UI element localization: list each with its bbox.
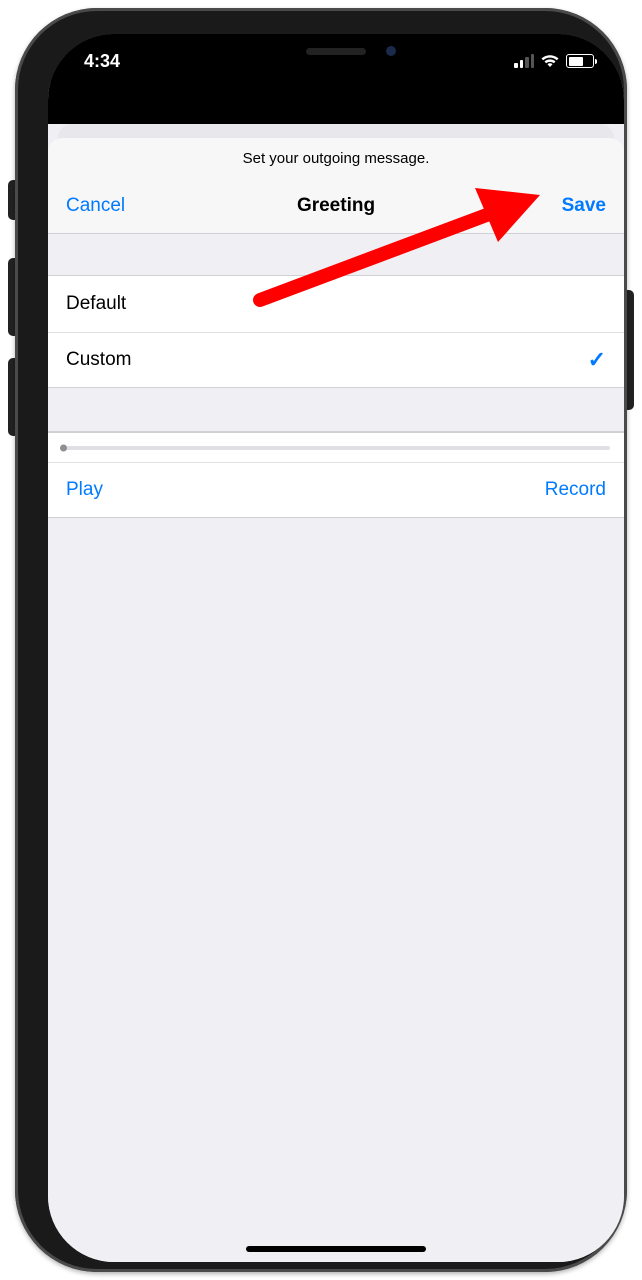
wifi-icon — [540, 54, 560, 68]
save-button[interactable]: Save — [426, 195, 606, 217]
phone-bezel: 4:34 Set you — [48, 34, 624, 1262]
option-custom[interactable]: Custom ✓ — [48, 332, 624, 388]
record-button[interactable]: Record — [336, 479, 606, 501]
play-record-row: Play Record — [48, 462, 624, 518]
playback-slider[interactable] — [62, 446, 610, 450]
notch — [208, 34, 464, 70]
option-default-label: Default — [66, 293, 606, 315]
sheet-navbar: Cancel Greeting Save — [48, 178, 624, 234]
playback-progress-row — [48, 432, 624, 462]
greeting-sheet: Set your outgoing message. Cancel Greeti… — [48, 138, 624, 1262]
front-camera — [386, 46, 396, 56]
section-gap — [48, 234, 624, 276]
playback-thumb[interactable] — [60, 444, 67, 451]
screen: 4:34 Set you — [48, 34, 624, 1262]
sheet-title: Greeting — [246, 195, 426, 217]
sheet-subtitle: Set your outgoing message. — [48, 138, 624, 178]
speaker-grille — [306, 48, 366, 55]
battery-icon — [566, 54, 594, 68]
cellular-signal-icon — [514, 54, 534, 68]
phone-frame: 4:34 Set you — [15, 8, 627, 1272]
cancel-button[interactable]: Cancel — [66, 195, 246, 217]
option-default[interactable]: Default — [48, 276, 624, 332]
checkmark-icon: ✓ — [588, 347, 606, 373]
home-indicator[interactable] — [246, 1246, 426, 1252]
play-button[interactable]: Play — [66, 479, 336, 501]
option-custom-label: Custom — [66, 349, 588, 371]
section-gap-2 — [48, 388, 624, 432]
